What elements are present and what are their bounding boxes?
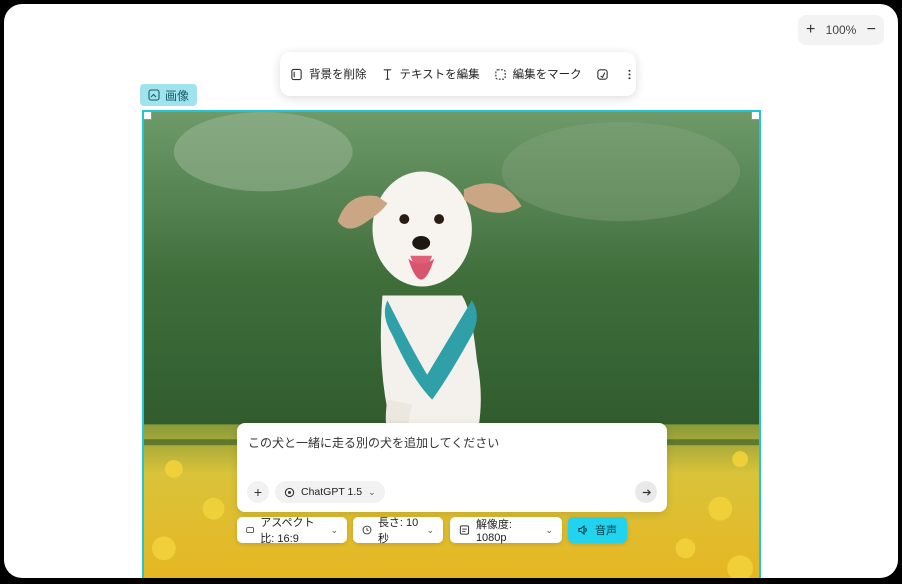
resolution-select[interactable]: 解像度: 1080p ⌄ bbox=[450, 517, 562, 544]
text-icon bbox=[383, 68, 391, 80]
add-attachment-button[interactable]: + bbox=[247, 481, 269, 503]
speaker-icon bbox=[578, 524, 587, 536]
openai-icon bbox=[284, 487, 295, 497]
image-type-label: 画像 bbox=[140, 84, 198, 106]
prompt-box[interactable]: この犬と一緒に走る別の犬を追加してください + ChatGPT 1.5 ⌄ bbox=[237, 423, 667, 512]
chevron-down-icon: ⌄ bbox=[368, 486, 376, 497]
image-toolbar: 背景を削除 テキストを編集 編集をマーク bbox=[280, 52, 636, 96]
image-label-text: 画像 bbox=[165, 88, 190, 103]
remove-background-button[interactable]: 背景を削除 bbox=[290, 66, 367, 82]
resolution-value: 解像度: 1080p bbox=[475, 519, 512, 544]
selection-icon bbox=[494, 68, 506, 80]
zoom-level: 100% bbox=[825, 23, 857, 37]
remove-background-label: 背景を削除 bbox=[309, 69, 367, 81]
arrow-right-icon bbox=[642, 488, 651, 496]
canvas: + 100% − 背景を削除 テキストを編集 編集をマーク 画像 この犬と一緒に… bbox=[4, 4, 898, 578]
model-selector[interactable]: ChatGPT 1.5 ⌄ bbox=[275, 481, 385, 503]
zoom-out-button[interactable]: − bbox=[867, 22, 876, 38]
resolution-icon bbox=[459, 525, 470, 535]
audio-toggle[interactable]: 音声 bbox=[568, 517, 627, 543]
enhance-button[interactable] bbox=[596, 68, 609, 81]
zoom-control: + 100% − bbox=[798, 15, 884, 45]
resize-handle-top-right[interactable] bbox=[751, 112, 759, 120]
enhance-icon bbox=[596, 68, 608, 80]
clock-icon bbox=[362, 525, 372, 535]
prompt-input[interactable]: この犬と一緒に走る別の犬を追加してください bbox=[248, 434, 499, 451]
chevron-down-icon: ⌄ bbox=[426, 524, 434, 535]
chevron-down-icon: ⌄ bbox=[330, 524, 338, 535]
aspect-ratio-icon bbox=[246, 527, 254, 533]
mark-edit-label: 編集をマーク bbox=[512, 69, 582, 81]
resize-handle-top-left[interactable] bbox=[144, 112, 152, 120]
audio-label: 音声 bbox=[595, 525, 617, 537]
edit-text-button[interactable]: テキストを編集 bbox=[381, 66, 480, 82]
aspect-ratio-value: アスペクト比: 16:9 bbox=[260, 517, 315, 545]
zoom-in-button[interactable]: + bbox=[806, 22, 815, 38]
aspect-ratio-select[interactable]: アスペクト比: 16:9 ⌄ bbox=[237, 517, 347, 545]
more-menu-button[interactable] bbox=[623, 68, 636, 81]
mark-edit-button[interactable]: 編集をマーク bbox=[494, 66, 582, 82]
more-vertical-icon bbox=[628, 69, 631, 79]
chevron-down-icon: ⌄ bbox=[545, 524, 553, 535]
length-select[interactable]: 長さ: 10秒 ⌄ bbox=[353, 517, 443, 545]
edit-text-label: テキストを編集 bbox=[399, 69, 480, 81]
image-icon bbox=[148, 89, 160, 101]
layers-icon bbox=[291, 68, 302, 80]
model-label: ChatGPT 1.5 bbox=[301, 486, 363, 498]
send-button[interactable] bbox=[635, 481, 657, 503]
length-value: 長さ: 10秒 bbox=[377, 517, 419, 545]
